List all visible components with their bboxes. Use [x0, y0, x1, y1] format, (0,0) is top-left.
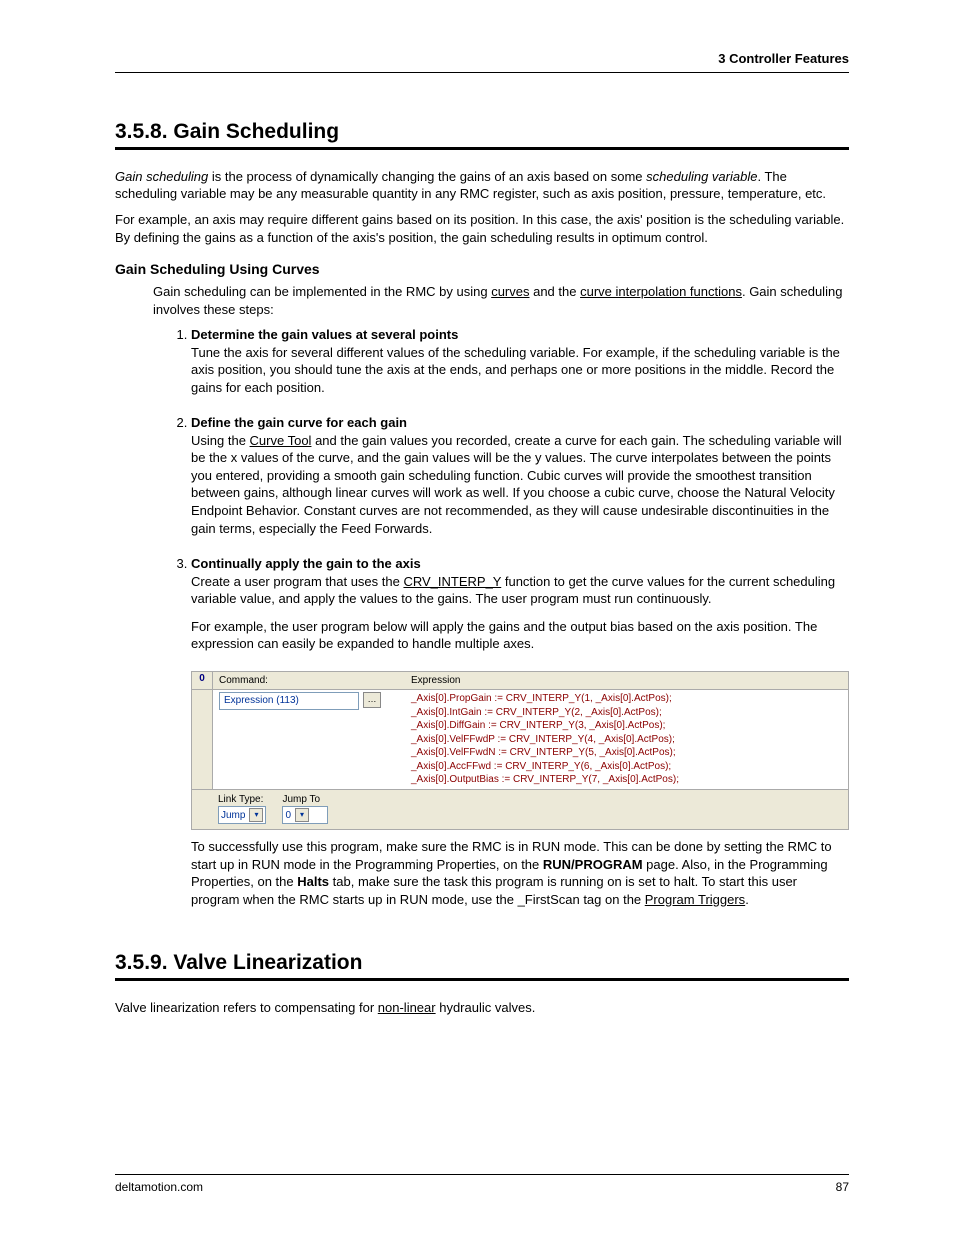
list-item: Determine the gain values at several poi…: [191, 326, 849, 396]
run-program-label: RUN/PROGRAM: [543, 857, 643, 872]
text: Create a user program that uses the: [191, 574, 403, 589]
after-table-paragraph: To successfully use this program, make s…: [191, 838, 849, 908]
link-type-label: Link Type:: [218, 793, 266, 807]
text: .: [745, 892, 749, 907]
jump-to-label: Jump To: [282, 793, 328, 807]
link-program-triggers[interactable]: Program Triggers: [645, 892, 745, 907]
expression-line: _Axis[0].OutputBias := CRV_INTERP_Y(7, _…: [411, 773, 842, 787]
jump-to-group: Jump To 0 ▾: [282, 793, 328, 825]
list-item: Define the gain curve for each gain Usin…: [191, 414, 849, 537]
expression-line: _Axis[0].IntGain := CRV_INTERP_Y(2, _Axi…: [411, 706, 842, 720]
text: Valve linearization refers to compensati…: [115, 1000, 378, 1015]
text: Gain scheduling can be implemented in th…: [153, 284, 491, 299]
link-non-linear[interactable]: non-linear: [378, 1000, 436, 1015]
text: and the gain values you recorded, create…: [191, 433, 842, 536]
expression-header: Expression: [405, 672, 848, 691]
step-title: Continually apply the gain to the axis: [191, 556, 421, 571]
section-title: Valve Linearization: [173, 951, 362, 974]
table-header-row: 0 Command: Expression: [192, 672, 848, 691]
dropdown-value: 0: [285, 809, 291, 823]
expression-line: _Axis[0].DiffGain := CRV_INTERP_Y(3, _Ax…: [411, 719, 842, 733]
term-gain-scheduling: Gain scheduling: [115, 169, 208, 184]
text: and the: [529, 284, 580, 299]
expression-line: _Axis[0].PropGain := CRV_INTERP_Y(1, _Ax…: [411, 692, 842, 706]
text: Using the: [191, 433, 250, 448]
step-body: Create a user program that uses the CRV_…: [191, 574, 835, 607]
heading-rule: [115, 978, 849, 981]
step-body: Using the Curve Tool and the gain values…: [191, 433, 842, 536]
section-number: 3.5.8.: [115, 120, 168, 143]
step-body-2: For example, the user program below will…: [191, 618, 849, 653]
step-title: Determine the gain values at several poi…: [191, 327, 458, 342]
term-scheduling-variable: scheduling variable: [646, 169, 757, 184]
page-number: 87: [836, 1179, 849, 1195]
page-footer: deltamotion.com 87: [115, 1174, 849, 1195]
table-row: Expression (113)… _Axis[0].PropGain := C…: [192, 690, 848, 789]
link-type-group: Link Type: Jump ▾: [218, 793, 266, 825]
link-row: Link Type: Jump ▾ Jump To 0 ▾: [192, 789, 848, 830]
chevron-down-icon: ▾: [249, 808, 263, 822]
intro-paragraph-2: For example, an axis may require differe…: [115, 211, 849, 246]
link-curve-interp-functions[interactable]: curve interpolation functions: [580, 284, 742, 299]
command-header: Command:: [213, 672, 405, 691]
footer-left: deltamotion.com: [115, 1179, 203, 1195]
steps-list: Determine the gain values at several poi…: [153, 326, 849, 653]
list-item: Continually apply the gain to the axis C…: [191, 555, 849, 653]
command-cell: Expression (113)…: [213, 690, 405, 789]
page-header: 3 Controller Features: [115, 50, 849, 73]
step-index-header: 0: [192, 672, 213, 691]
chevron-down-icon: ▾: [295, 808, 309, 822]
link-curves[interactable]: curves: [491, 284, 529, 299]
halts-label: Halts: [297, 874, 329, 889]
section-heading-gain-scheduling: 3.5.8. Gain Scheduling: [115, 118, 849, 149]
link-curve-tool[interactable]: Curve Tool: [250, 433, 312, 448]
jump-to-dropdown[interactable]: 0 ▾: [282, 806, 328, 824]
text: is the process of dynamically changing t…: [208, 169, 646, 184]
intro-paragraph-1: Gain scheduling is the process of dynami…: [115, 168, 849, 203]
curves-intro: Gain scheduling can be implemented in th…: [153, 283, 849, 318]
heading-rule: [115, 147, 849, 150]
section-title: Gain Scheduling: [173, 120, 339, 143]
command-input[interactable]: Expression (113): [219, 692, 359, 710]
expression-cell[interactable]: _Axis[0].PropGain := CRV_INTERP_Y(1, _Ax…: [405, 690, 848, 789]
link-crv-interp-y[interactable]: CRV_INTERP_Y: [403, 574, 501, 589]
step-title: Define the gain curve for each gain: [191, 415, 407, 430]
expression-line: _Axis[0].VelFFwdP := CRV_INTERP_Y(4, _Ax…: [411, 733, 842, 747]
step-body: Tune the axis for several different valu…: [191, 345, 840, 395]
expression-line: _Axis[0].VelFFwdN := CRV_INTERP_Y(5, _Ax…: [411, 746, 842, 760]
valve-paragraph: Valve linearization refers to compensati…: [115, 999, 849, 1017]
row-gutter: [192, 690, 213, 789]
expression-line: _Axis[0].AccFFwd := CRV_INTERP_Y(6, _Axi…: [411, 760, 842, 774]
section-number: 3.5.9.: [115, 951, 168, 974]
link-type-dropdown[interactable]: Jump ▾: [218, 806, 266, 824]
command-picker-button[interactable]: …: [363, 692, 381, 708]
section-heading-valve-linearization: 3.5.9. Valve Linearization: [115, 949, 849, 980]
text: hydraulic valves.: [436, 1000, 536, 1015]
dropdown-value: Jump: [221, 809, 245, 823]
user-program-table: 0 Command: Expression Expression (113)… …: [191, 671, 849, 831]
subheading-curves: Gain Scheduling Using Curves: [115, 260, 849, 279]
